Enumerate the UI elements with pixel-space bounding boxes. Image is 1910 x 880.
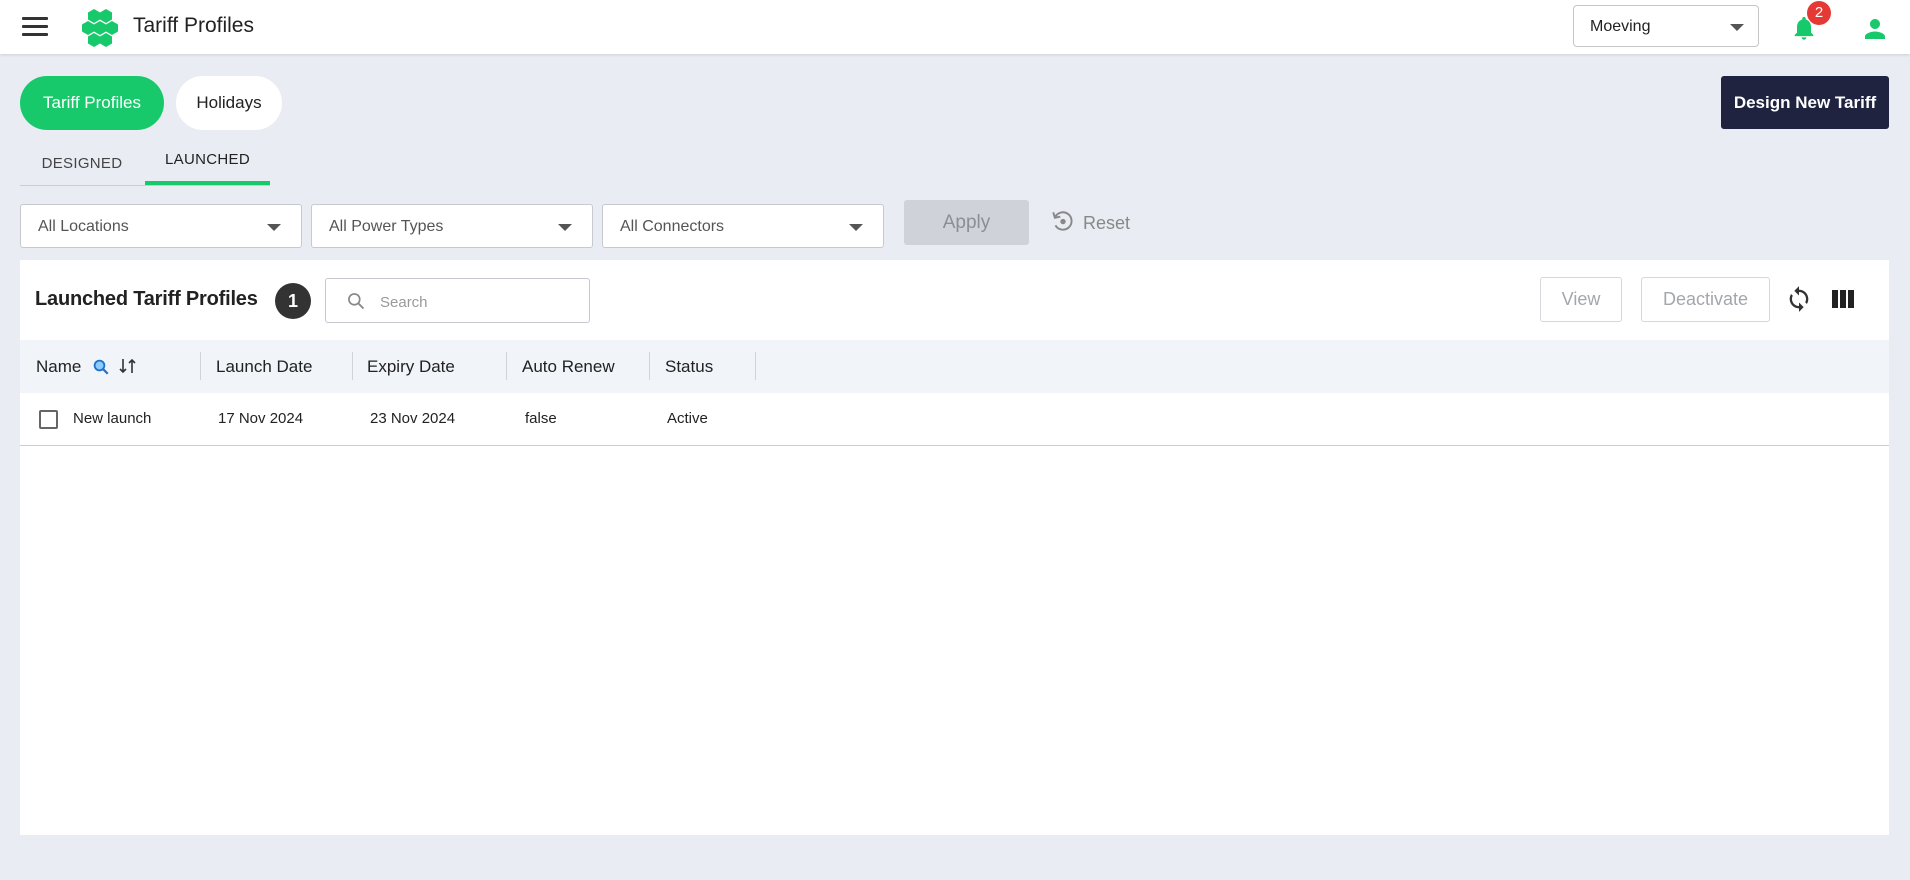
deactivate-button[interactable]: Deactivate: [1641, 277, 1770, 322]
top-bar: Tariff Profiles Moeving 2: [0, 0, 1910, 54]
table-title: Launched Tariff Profiles: [35, 288, 258, 310]
apply-button[interactable]: Apply: [904, 200, 1029, 245]
chevron-down-icon: [849, 224, 863, 231]
column-divider: [352, 352, 353, 380]
tab-tariff-profiles[interactable]: Tariff Profiles: [20, 76, 164, 130]
column-header-name[interactable]: Name: [36, 340, 81, 393]
connectors-filter[interactable]: All Connectors: [602, 204, 884, 248]
column-header-launch-date[interactable]: Launch Date: [216, 340, 312, 393]
search-input[interactable]: [378, 289, 582, 315]
cell-status: Active: [667, 410, 708, 427]
menu-icon[interactable]: [22, 17, 48, 37]
column-search-icon[interactable]: [92, 358, 110, 376]
column-header-status[interactable]: Status: [665, 340, 713, 393]
reset-label: Reset: [1083, 213, 1131, 233]
status-tabs: DESIGNED LAUNCHED: [20, 142, 270, 186]
connectors-filter-value: All Connectors: [620, 218, 725, 235]
tab-designed[interactable]: DESIGNED: [20, 146, 144, 189]
search-field[interactable]: [325, 278, 590, 323]
account-select-value: Moeving: [1590, 18, 1651, 35]
chevron-down-icon: [267, 224, 281, 231]
account-select[interactable]: Moeving: [1573, 5, 1759, 47]
hexagon-cluster-logo: [82, 9, 118, 47]
user-icon[interactable]: [1860, 14, 1890, 44]
refresh-icon[interactable]: [1785, 285, 1813, 313]
cell-expiry-date: 23 Nov 2024: [370, 410, 456, 427]
table-row[interactable]: New launch 17 Nov 2024 23 Nov 2024 false…: [20, 393, 1889, 446]
row-checkbox[interactable]: [39, 410, 58, 429]
search-icon: [348, 293, 365, 310]
power-types-filter[interactable]: All Power Types: [311, 204, 593, 248]
locations-filter[interactable]: All Locations: [20, 204, 302, 248]
table-header: Name Launch Date Expiry Date Auto Renew …: [20, 340, 1889, 393]
column-divider: [506, 352, 507, 380]
tariff-table-card: Launched Tariff Profiles 1 View Deactiva…: [20, 260, 1889, 835]
cell-launch-date: 17 Nov 2024: [218, 410, 304, 427]
tab-launched[interactable]: LAUNCHED: [145, 142, 270, 185]
cell-name: New launch: [73, 410, 152, 427]
column-divider: [755, 352, 756, 380]
chevron-down-icon: [1730, 24, 1744, 31]
design-new-tariff-button[interactable]: Design New Tariff: [1721, 76, 1889, 129]
reset-icon: [1052, 211, 1073, 231]
column-divider: [200, 352, 201, 380]
power-types-filter-value: All Power Types: [329, 218, 444, 235]
column-divider: [649, 352, 650, 380]
chevron-down-icon: [558, 224, 572, 231]
column-header-label: Name: [36, 357, 82, 376]
app-title: Tariff Profiles: [133, 14, 254, 37]
locations-filter-value: All Locations: [38, 218, 129, 235]
tab-holidays[interactable]: Holidays: [176, 76, 282, 130]
column-header-auto-renew[interactable]: Auto Renew: [522, 340, 615, 393]
count-badge: 1: [275, 283, 311, 319]
columns-icon[interactable]: [1831, 289, 1855, 309]
view-button[interactable]: View: [1540, 277, 1622, 322]
column-header-expiry-date[interactable]: Expiry Date: [367, 340, 455, 393]
sort-icon[interactable]: [118, 357, 138, 375]
notification-count-badge: 2: [1807, 1, 1831, 25]
cell-auto-renew: false: [525, 410, 557, 427]
